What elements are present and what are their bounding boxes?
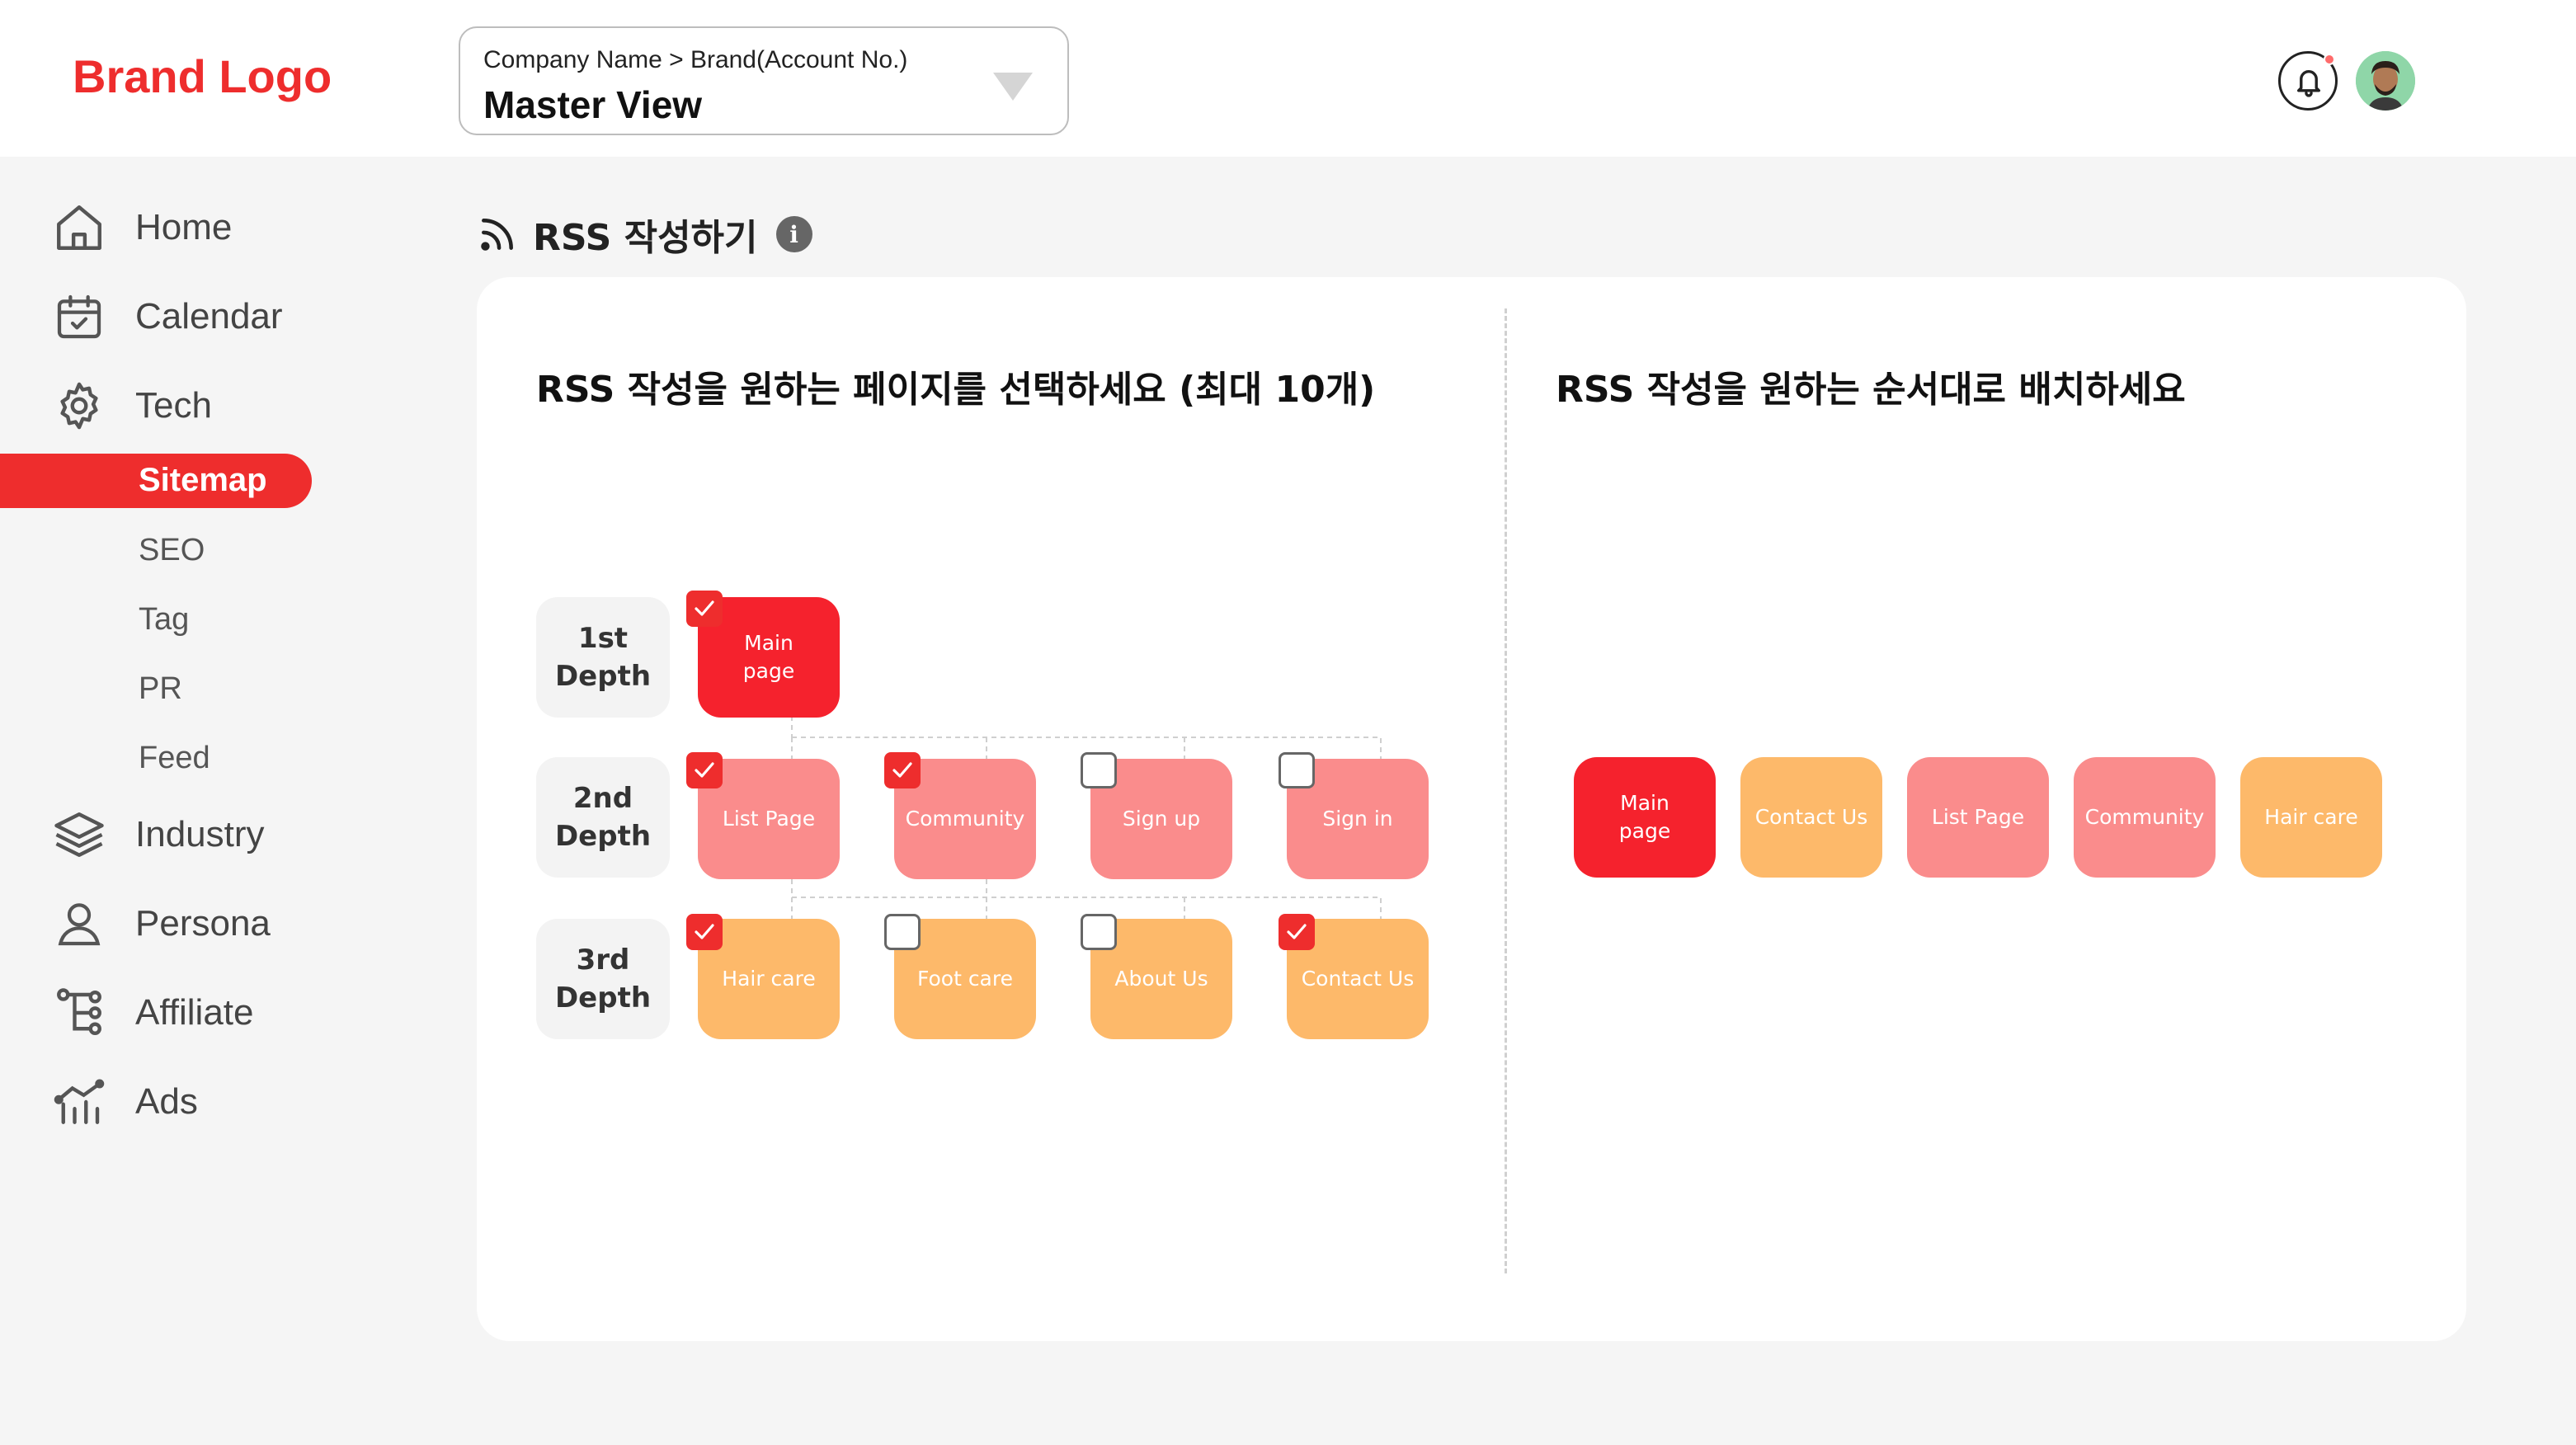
check-icon [695, 762, 714, 778]
check-icon [695, 600, 714, 616]
order-item-contact-us[interactable]: Contact Us [1740, 757, 1882, 878]
checkbox-sign-in[interactable] [1279, 752, 1315, 788]
depth-label-line: Depth [554, 660, 652, 693]
checkbox-list-page[interactable] [686, 752, 723, 788]
checkbox-main-page[interactable] [686, 591, 723, 627]
checkbox-foot-care[interactable] [884, 914, 921, 950]
depth-label-line: 1st [577, 622, 629, 655]
order-item-main-page[interactable]: Main page [1574, 757, 1716, 878]
node-label: Main [744, 631, 794, 655]
depth-label-1: 1st Depth [536, 597, 670, 718]
check-icon [892, 762, 912, 778]
checkbox-contact-us[interactable] [1279, 914, 1315, 950]
depth-label-line: 3rd [576, 944, 630, 977]
node-label: page [1618, 819, 1671, 843]
checkbox-hair-care[interactable] [686, 914, 723, 950]
depth-label-line: Depth [554, 820, 652, 853]
order-item-hair-care[interactable]: Hair care [2240, 757, 2382, 878]
order-item-community[interactable]: Community [2074, 757, 2216, 878]
depth-label-3: 3rd Depth [536, 919, 670, 1039]
node-label: page [742, 659, 795, 683]
depth-label-line: Depth [554, 981, 652, 1014]
checkbox-community[interactable] [884, 752, 921, 788]
checkbox-sign-up[interactable] [1081, 752, 1117, 788]
check-icon [1287, 924, 1307, 939]
depth-label-line: 2nd [572, 782, 633, 815]
tree-connectors [791, 716, 1382, 919]
node-label: Main [1620, 791, 1669, 815]
checkbox-about-us[interactable] [1081, 914, 1117, 950]
depth-label-2: 2nd Depth [536, 757, 670, 878]
check-icon [695, 924, 714, 939]
order-item-list-page[interactable]: List Page [1907, 757, 2049, 878]
